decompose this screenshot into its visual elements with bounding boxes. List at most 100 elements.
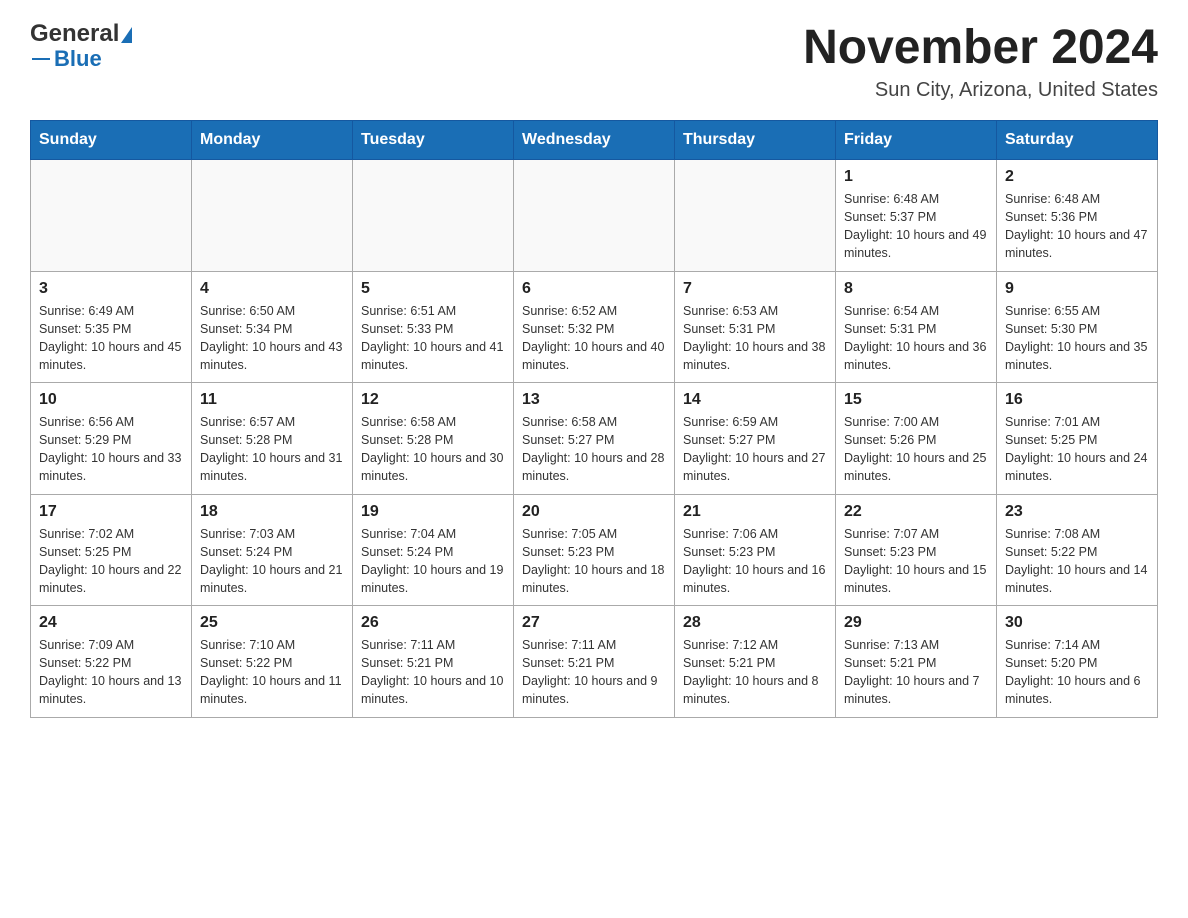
calendar-header-friday: Friday xyxy=(836,121,997,160)
calendar-cell: 28Sunrise: 7:12 AM Sunset: 5:21 PM Dayli… xyxy=(675,606,836,718)
day-number: 11 xyxy=(200,391,344,409)
day-info: Sunrise: 6:53 AM Sunset: 5:31 PM Dayligh… xyxy=(683,302,827,375)
calendar-week-1: 1Sunrise: 6:48 AM Sunset: 5:37 PM Daylig… xyxy=(31,160,1158,272)
day-info: Sunrise: 6:56 AM Sunset: 5:29 PM Dayligh… xyxy=(39,413,183,486)
calendar-header-wednesday: Wednesday xyxy=(514,121,675,160)
day-info: Sunrise: 6:51 AM Sunset: 5:33 PM Dayligh… xyxy=(361,302,505,375)
day-info: Sunrise: 6:58 AM Sunset: 5:28 PM Dayligh… xyxy=(361,413,505,486)
day-number: 3 xyxy=(39,280,183,298)
calendar-subtitle: Sun City, Arizona, United States xyxy=(803,79,1158,102)
calendar-cell: 27 Sunrise: 7:11 AM Sunset: 5:21 PM Dayli… xyxy=(514,606,675,718)
day-info: Sunrise: 6:57 AM Sunset: 5:28 PM Dayligh… xyxy=(200,413,344,486)
calendar-cell: 9 Sunrise: 6:55 AM Sunset: 5:30 PM Daylig… xyxy=(997,271,1158,383)
calendar-cell: 2Sunrise: 6:48 AM Sunset: 5:36 PM Daylig… xyxy=(997,160,1158,272)
day-info: Sunrise: 6:59 AM Sunset: 5:27 PM Dayligh… xyxy=(683,413,827,486)
day-number: 9 xyxy=(1005,280,1149,298)
calendar-cell xyxy=(514,160,675,272)
title-block: November 2024 Sun City, Arizona, United … xyxy=(803,20,1158,102)
day-info: Sunrise: 6:50 AM Sunset: 5:34 PM Dayligh… xyxy=(200,302,344,375)
calendar-cell: 4 Sunrise: 6:50 AM Sunset: 5:34 PM Daylig… xyxy=(192,271,353,383)
calendar-cell xyxy=(192,160,353,272)
calendar-header-sunday: Sunday xyxy=(31,121,192,160)
day-info: Sunrise: 7:01 AM Sunset: 5:25 PM Dayligh… xyxy=(1005,413,1149,486)
day-info: Sunrise: 7:03 AM Sunset: 5:24 PM Dayligh… xyxy=(200,525,344,598)
day-info: Sunrise: 7:13 AM Sunset: 5:21 PM Dayligh… xyxy=(844,636,988,709)
calendar-cell: 20 Sunrise: 7:05 AM Sunset: 5:23 PM Dayli… xyxy=(514,494,675,606)
day-number: 4 xyxy=(200,280,344,298)
calendar-cell: 24 Sunrise: 7:09 AM Sunset: 5:22 PM Dayli… xyxy=(31,606,192,718)
day-info: Sunrise: 6:48 AM Sunset: 5:36 PM Dayligh… xyxy=(1005,190,1149,263)
day-number: 15 xyxy=(844,391,988,409)
day-info: Sunrise: 7:06 AM Sunset: 5:23 PM Dayligh… xyxy=(683,525,827,598)
calendar-cell: 17 Sunrise: 7:02 AM Sunset: 5:25 PM Dayli… xyxy=(31,494,192,606)
day-number: 10 xyxy=(39,391,183,409)
day-info: Sunrise: 7:00 AM Sunset: 5:26 PM Dayligh… xyxy=(844,413,988,486)
calendar-cell: 14 Sunrise: 6:59 AM Sunset: 5:27 PM Dayli… xyxy=(675,383,836,495)
day-info: Sunrise: 6:49 AM Sunset: 5:35 PM Dayligh… xyxy=(39,302,183,375)
day-number: 25 xyxy=(200,614,344,632)
calendar-cell: 1Sunrise: 6:48 AM Sunset: 5:37 PM Daylig… xyxy=(836,160,997,272)
calendar-header-row: SundayMondayTuesdayWednesdayThursdayFrid… xyxy=(31,121,1158,160)
day-info: Sunrise: 7:11 AM Sunset: 5:21 PM Dayligh… xyxy=(361,636,505,709)
calendar-cell: 11 Sunrise: 6:57 AM Sunset: 5:28 PM Dayli… xyxy=(192,383,353,495)
day-info: Sunrise: 7:10 AM Sunset: 5:22 PM Dayligh… xyxy=(200,636,344,709)
calendar-header-tuesday: Tuesday xyxy=(353,121,514,160)
calendar-cell: 15 Sunrise: 7:00 AM Sunset: 5:26 PM Dayli… xyxy=(836,383,997,495)
day-number: 22 xyxy=(844,503,988,521)
calendar-cell: 23Sunrise: 7:08 AM Sunset: 5:22 PM Dayli… xyxy=(997,494,1158,606)
calendar-week-2: 3 Sunrise: 6:49 AM Sunset: 5:35 PM Daylig… xyxy=(31,271,1158,383)
calendar-cell xyxy=(675,160,836,272)
calendar-cell: 21 Sunrise: 7:06 AM Sunset: 5:23 PM Dayli… xyxy=(675,494,836,606)
day-info: Sunrise: 7:04 AM Sunset: 5:24 PM Dayligh… xyxy=(361,525,505,598)
calendar-week-3: 10 Sunrise: 6:56 AM Sunset: 5:29 PM Dayli… xyxy=(31,383,1158,495)
day-info: Sunrise: 7:09 AM Sunset: 5:22 PM Dayligh… xyxy=(39,636,183,709)
day-info: Sunrise: 7:02 AM Sunset: 5:25 PM Dayligh… xyxy=(39,525,183,598)
calendar-header-monday: Monday xyxy=(192,121,353,160)
calendar-cell: 6Sunrise: 6:52 AM Sunset: 5:32 PM Daylig… xyxy=(514,271,675,383)
calendar-cell: 29 Sunrise: 7:13 AM Sunset: 5:21 PM Dayli… xyxy=(836,606,997,718)
calendar-cell: 3 Sunrise: 6:49 AM Sunset: 5:35 PM Daylig… xyxy=(31,271,192,383)
day-info: Sunrise: 7:11 AM Sunset: 5:21 PM Dayligh… xyxy=(522,636,666,709)
day-number: 27 xyxy=(522,614,666,632)
day-number: 21 xyxy=(683,503,827,521)
logo-line xyxy=(32,58,50,60)
day-info: Sunrise: 7:12 AM Sunset: 5:21 PM Dayligh… xyxy=(683,636,827,709)
day-number: 20 xyxy=(522,503,666,521)
calendar-cell: 18 Sunrise: 7:03 AM Sunset: 5:24 PM Dayli… xyxy=(192,494,353,606)
day-info: Sunrise: 7:05 AM Sunset: 5:23 PM Dayligh… xyxy=(522,525,666,598)
day-info: Sunrise: 6:52 AM Sunset: 5:32 PM Dayligh… xyxy=(522,302,666,375)
day-number: 19 xyxy=(361,503,505,521)
day-number: 17 xyxy=(39,503,183,521)
page-header: General Blue November 2024 Sun City, Ari… xyxy=(30,20,1158,102)
calendar-cell: 5 Sunrise: 6:51 AM Sunset: 5:33 PM Daylig… xyxy=(353,271,514,383)
calendar-header-thursday: Thursday xyxy=(675,121,836,160)
day-number: 5 xyxy=(361,280,505,298)
day-number: 1 xyxy=(844,168,988,186)
calendar-cell: 30Sunrise: 7:14 AM Sunset: 5:20 PM Dayli… xyxy=(997,606,1158,718)
day-number: 14 xyxy=(683,391,827,409)
day-number: 8 xyxy=(844,280,988,298)
day-info: Sunrise: 6:58 AM Sunset: 5:27 PM Dayligh… xyxy=(522,413,666,486)
day-number: 7 xyxy=(683,280,827,298)
calendar-cell: 8Sunrise: 6:54 AM Sunset: 5:31 PM Daylig… xyxy=(836,271,997,383)
calendar-week-5: 24 Sunrise: 7:09 AM Sunset: 5:22 PM Dayli… xyxy=(31,606,1158,718)
calendar-cell: 19 Sunrise: 7:04 AM Sunset: 5:24 PM Dayli… xyxy=(353,494,514,606)
day-number: 12 xyxy=(361,391,505,409)
day-number: 26 xyxy=(361,614,505,632)
calendar-cell: 25 Sunrise: 7:10 AM Sunset: 5:22 PM Dayli… xyxy=(192,606,353,718)
calendar-week-4: 17 Sunrise: 7:02 AM Sunset: 5:25 PM Dayli… xyxy=(31,494,1158,606)
day-info: Sunrise: 6:55 AM Sunset: 5:30 PM Dayligh… xyxy=(1005,302,1149,375)
calendar-cell: 10 Sunrise: 6:56 AM Sunset: 5:29 PM Dayli… xyxy=(31,383,192,495)
logo: General Blue xyxy=(30,20,132,72)
calendar-cell xyxy=(353,160,514,272)
day-number: 29 xyxy=(844,614,988,632)
day-number: 24 xyxy=(39,614,183,632)
day-number: 16 xyxy=(1005,391,1149,409)
calendar-cell: 13 Sunrise: 6:58 AM Sunset: 5:27 PM Dayli… xyxy=(514,383,675,495)
day-number: 18 xyxy=(200,503,344,521)
calendar-cell: 16 Sunrise: 7:01 AM Sunset: 5:25 PM Dayli… xyxy=(997,383,1158,495)
day-info: Sunrise: 7:14 AM Sunset: 5:20 PM Dayligh… xyxy=(1005,636,1149,709)
calendar-header-saturday: Saturday xyxy=(997,121,1158,160)
logo-triangle-icon xyxy=(121,27,132,43)
day-number: 13 xyxy=(522,391,666,409)
